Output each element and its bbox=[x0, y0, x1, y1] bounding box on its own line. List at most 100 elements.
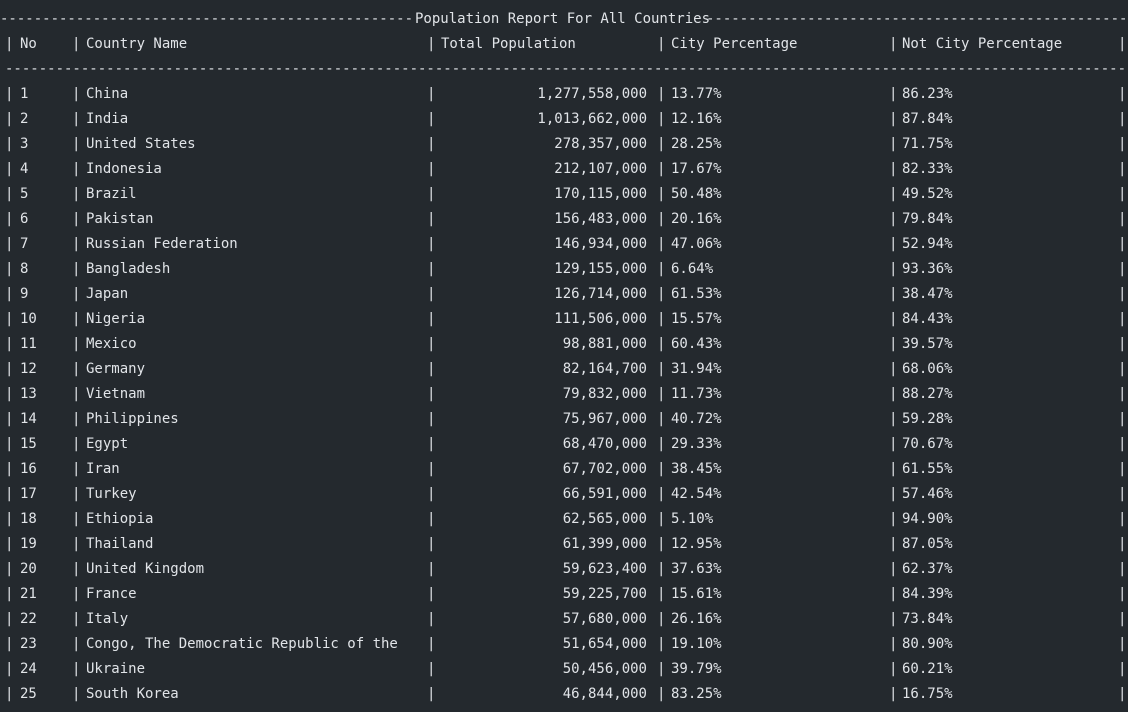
row-separator: | bbox=[1118, 511, 1127, 527]
row-number: 14 bbox=[20, 411, 37, 427]
not-city-percentage: 68.06% bbox=[902, 361, 953, 377]
not-city-percentage: 70.67% bbox=[902, 436, 953, 452]
not-city-percentage: 39.57% bbox=[902, 336, 953, 352]
row-separator: | bbox=[889, 611, 898, 627]
row-separator: | bbox=[5, 86, 14, 102]
row-separator: | bbox=[657, 561, 666, 577]
country-name: South Korea bbox=[86, 686, 179, 702]
row-separator: | bbox=[657, 611, 666, 627]
row-separator: | bbox=[657, 286, 666, 302]
total-population: 62,565,000 bbox=[562, 511, 647, 527]
city-percentage: 31.94% bbox=[671, 361, 722, 377]
table-row: | | | | | | 12 Germany 82,164,700 31.94% 68.06% bbox=[0, 357, 1128, 382]
row-separator: | bbox=[5, 286, 14, 302]
row-separator: | bbox=[72, 461, 81, 477]
country-name: Brazil bbox=[86, 186, 137, 202]
row-separator: | bbox=[889, 336, 898, 352]
not-city-percentage: 86.23% bbox=[902, 86, 953, 102]
table-row: | | | | | | 23 Congo, The Democratic Republic o… bbox=[0, 632, 1128, 657]
not-city-percentage: 84.39% bbox=[902, 586, 953, 602]
city-percentage: 39.79% bbox=[671, 661, 722, 677]
table-row: | | | | | | 20 United Kingdom 59,623,400 37.63% 62… bbox=[0, 557, 1128, 582]
row-separator: | bbox=[657, 111, 666, 127]
row-separator: | bbox=[72, 186, 81, 202]
row-separator: | bbox=[889, 636, 898, 652]
city-percentage: 38.45% bbox=[671, 461, 722, 477]
row-separator: | bbox=[72, 311, 81, 327]
row-separator: | bbox=[889, 186, 898, 202]
table-row: | | | | | | 19 Thailand 61,399,000 12.95% 87.05% bbox=[0, 532, 1128, 557]
row-separator: | bbox=[889, 86, 898, 102]
row-separator: | bbox=[5, 361, 14, 377]
table-row: | | | | | | 21 France 59,225,700 15.61% 84.39% bbox=[0, 582, 1128, 607]
row-number: 4 bbox=[20, 161, 29, 177]
country-name: Iran bbox=[86, 461, 120, 477]
row-number: 16 bbox=[20, 461, 37, 477]
row-separator: | bbox=[889, 111, 898, 127]
row-separator: | bbox=[657, 136, 666, 152]
row-separator: | bbox=[889, 311, 898, 327]
row-separator: | bbox=[5, 661, 14, 677]
row-separator: | bbox=[72, 561, 81, 577]
row-separator: | bbox=[889, 661, 898, 677]
row-separator: | bbox=[5, 136, 14, 152]
row-separator: | bbox=[72, 136, 81, 152]
header-separator: | bbox=[5, 36, 14, 52]
row-separator: | bbox=[5, 236, 14, 252]
row-separator: | bbox=[889, 461, 898, 477]
total-population: 59,623,400 bbox=[562, 561, 647, 577]
row-separator: | bbox=[1118, 261, 1127, 277]
row-separator: | bbox=[1118, 86, 1127, 102]
row-separator: | bbox=[889, 211, 898, 227]
row-separator: | bbox=[5, 261, 14, 277]
row-separator: | bbox=[657, 661, 666, 677]
row-separator: | bbox=[1118, 611, 1127, 627]
row-number: 8 bbox=[20, 261, 29, 277]
total-population: 278,357,000 bbox=[554, 136, 647, 152]
country-name: Japan bbox=[86, 286, 129, 302]
not-city-percentage: 87.05% bbox=[902, 536, 953, 552]
total-population: 46,844,000 bbox=[562, 686, 647, 702]
row-number: 3 bbox=[20, 136, 29, 152]
row-separator: | bbox=[5, 111, 14, 127]
row-separator: | bbox=[5, 186, 14, 202]
table-row: | | | | | | 25 South Korea 46,844,000 83.25% 16.75… bbox=[0, 682, 1128, 707]
total-population: 61,399,000 bbox=[562, 536, 647, 552]
city-percentage: 19.10% bbox=[671, 636, 722, 652]
row-separator: | bbox=[1118, 586, 1127, 602]
row-number: 10 bbox=[20, 311, 37, 327]
country-name: Pakistan bbox=[86, 211, 154, 227]
not-city-percentage: 87.84% bbox=[902, 111, 953, 127]
row-separator: | bbox=[889, 261, 898, 277]
table-row: | | | | | | 17 Turkey 66,591,000 42.54% 57.46% bbox=[0, 482, 1128, 507]
row-separator: | bbox=[72, 486, 81, 502]
row-separator: | bbox=[1118, 161, 1127, 177]
row-separator: | bbox=[5, 436, 14, 452]
total-population: 57,680,000 bbox=[562, 611, 647, 627]
row-separator: | bbox=[1118, 411, 1127, 427]
city-percentage: 37.63% bbox=[671, 561, 722, 577]
city-percentage: 13.77% bbox=[671, 86, 722, 102]
total-population: 129,155,000 bbox=[554, 261, 647, 277]
city-percentage: 61.53% bbox=[671, 286, 722, 302]
row-separator: | bbox=[657, 511, 666, 527]
row-number: 7 bbox=[20, 236, 29, 252]
total-population: 146,934,000 bbox=[554, 236, 647, 252]
row-separator: | bbox=[72, 161, 81, 177]
country-name: China bbox=[86, 86, 129, 102]
city-percentage: 42.54% bbox=[671, 486, 722, 502]
title-rule-left: ----------------------------------------… bbox=[0, 11, 413, 27]
row-separator: | bbox=[657, 411, 666, 427]
country-name: Egypt bbox=[86, 436, 129, 452]
not-city-percentage: 71.75% bbox=[902, 136, 953, 152]
row-separator: | bbox=[657, 311, 666, 327]
row-separator: | bbox=[72, 211, 81, 227]
row-separator: | bbox=[5, 311, 14, 327]
row-separator: | bbox=[889, 236, 898, 252]
not-city-percentage: 59.28% bbox=[902, 411, 953, 427]
row-separator: | bbox=[1118, 336, 1127, 352]
country-name: Philippines bbox=[86, 411, 179, 427]
country-name: United Kingdom bbox=[86, 561, 205, 577]
country-name: Russian Federation bbox=[86, 236, 238, 252]
city-percentage: 17.67% bbox=[671, 161, 722, 177]
